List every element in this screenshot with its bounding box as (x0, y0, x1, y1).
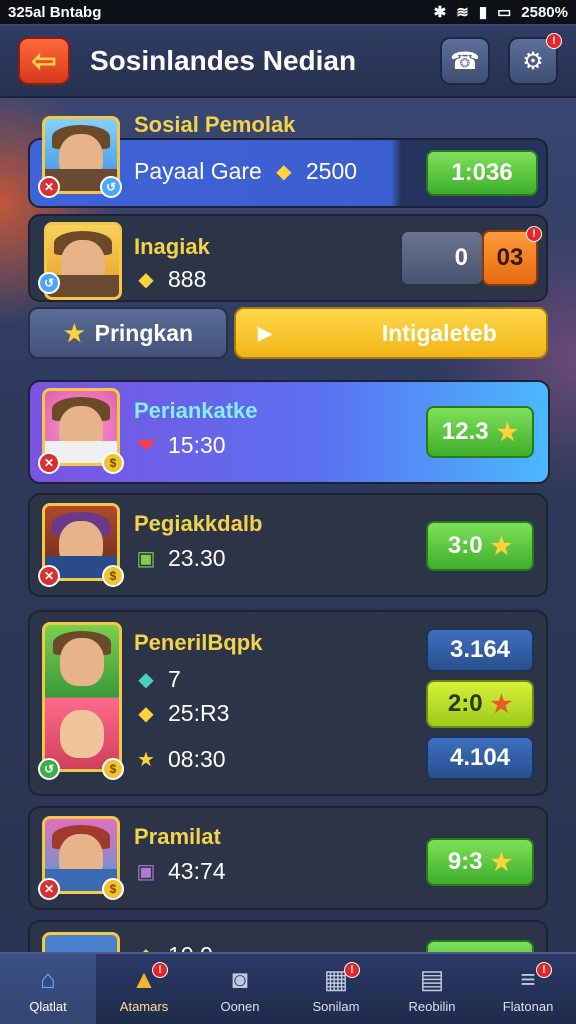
stat-value-1: 7 (168, 666, 181, 692)
score-button[interactable]: 1:036 (426, 150, 538, 196)
phone-button[interactable]: ☎ (440, 37, 490, 85)
stat-value: 23.30 (168, 545, 226, 571)
arrow-left-icon: ⇦ (31, 44, 57, 78)
card-title: Inagiak (134, 234, 210, 259)
wifi-icon: ≋ (456, 4, 469, 21)
gift-icon: ▣ (136, 548, 156, 570)
camera-icon: ◙ (232, 964, 248, 994)
gear-icon: ⚙ (522, 47, 544, 75)
star-icon: ★ (490, 532, 513, 560)
bottom-nav: ⌂ Qlatlat ▲ Atamars ! ◙ Oonen ▦ Sonilam … (0, 952, 576, 1024)
score-button[interactable]: 4.104 (426, 736, 534, 780)
nav-camera[interactable]: ◙ Oonen (192, 954, 288, 1024)
card-title: Periankatke (134, 398, 258, 423)
star-icon: ★ (496, 418, 519, 446)
card-title: Pegiakkdalb (134, 511, 263, 536)
red-badge-icon: ✕ (38, 176, 60, 198)
star-icon: ★ (137, 749, 155, 771)
stat-value-3: 08:30 (168, 746, 226, 772)
stat-label: Payaal Gare (134, 158, 262, 184)
list-item[interactable]: ✕ $ Pramilat ▣ 43:74 9:3 ★ (28, 806, 548, 910)
stat-value: 43:74 (168, 858, 226, 884)
score-right[interactable]: 03 ! (482, 226, 542, 286)
nav-items[interactable]: ▲ Atamars ! (96, 954, 192, 1024)
list-item[interactable]: ↺ Inagiak ◆ 888 0 03 ! (28, 214, 548, 302)
gem-icon: ◆ (138, 703, 154, 725)
nav-badge: ! (536, 962, 552, 978)
status-bar: 325al Bntabg ✱ ≋ ▮ ▭ 2580% (0, 0, 576, 24)
red-badge-icon: ✕ (38, 565, 60, 587)
settings-button[interactable]: ⚙ ! (508, 33, 562, 85)
red-badge-icon: ✕ (38, 452, 60, 474)
gem-icon: ◆ (138, 269, 154, 291)
blue-badge-icon: ↺ (100, 176, 122, 198)
nav-badge: ! (344, 962, 360, 978)
menu-icon: ≡ (520, 964, 536, 994)
bluetooth-icon: ✱ (433, 4, 447, 21)
avatar (42, 622, 122, 772)
blue-badge-icon: ↺ (38, 272, 60, 294)
back-button[interactable]: ⇦ (18, 37, 70, 85)
stat-value: 888 (168, 266, 207, 292)
list-item[interactable]: ✕ ↺ Sosial Pemolak Payaal Gare ◆ 2500 1:… (28, 112, 548, 208)
stat-value: 15:30 (168, 432, 226, 458)
nav-cards[interactable]: ▦ Sonilam ! (288, 954, 384, 1024)
nav-menu[interactable]: ≡ Flatonan ! (480, 954, 576, 1024)
coin-icon: $ (102, 565, 124, 587)
coin-icon: $ (102, 452, 124, 474)
settings-badge: ! (546, 33, 562, 49)
score-button[interactable]: 12.3 ★ (426, 406, 534, 458)
score-badge: ! (526, 226, 542, 242)
page-title: Sosinlandes Nedian (90, 45, 357, 76)
home-icon: ⌂ (40, 964, 56, 994)
stat-value: 2500 (305, 158, 358, 184)
green-badge-icon: ↺ (38, 758, 60, 780)
list-item[interactable]: ✕ $ Pegiakkdalb ▣ 23.30 3:0 ★ (28, 493, 548, 597)
stat-value-2: 25:R3 (168, 700, 230, 726)
nav-notes[interactable]: ▤ Reobilin (384, 954, 480, 1024)
battery-level: 2580% (521, 3, 568, 21)
card-title: PenerilBqpk (134, 630, 263, 655)
score-button[interactable]: 9:3 ★ (426, 838, 534, 886)
tab-left[interactable]: ★ Pringkan (28, 307, 228, 359)
tab-right[interactable]: ▶ Intigaleteb (234, 307, 548, 359)
status-left: 325al Bntabg (8, 3, 102, 21)
header: ⇦ Sosinlandes Nedian ☎ ⚙ ! (0, 26, 576, 98)
card-title: Sosial Pemolak (134, 112, 296, 137)
gem-icon: ◆ (276, 161, 292, 183)
coin-icon: $ (102, 878, 124, 900)
heart-icon: ❤ (137, 435, 155, 457)
list-item[interactable]: ↺ $ PenerilBqpk ◆ 7 ◆ 25:R3 ★ 08:30 3.16… (28, 610, 548, 796)
score-button[interactable]: 3:0 ★ (426, 521, 534, 571)
red-badge-icon: ✕ (38, 878, 60, 900)
coin-icon: $ (102, 758, 124, 780)
tab-bar: ★ Pringkan ▶ Intigaleteb (28, 307, 548, 359)
play-icon: ▶ (258, 322, 272, 343)
signal-icon: ▮ (478, 4, 488, 21)
star-icon: ★ (490, 848, 513, 876)
score-button[interactable]: 2:0 ★ (426, 680, 534, 728)
box-icon: ▣ (136, 861, 156, 883)
notes-icon: ▤ (419, 964, 445, 994)
nav-home[interactable]: ⌂ Qlatlat (0, 954, 96, 1024)
phone-icon: ☎ (450, 47, 480, 75)
list-item[interactable]: ✕ $ Periankatke ❤ 15:30 12.3 ★ (28, 380, 550, 484)
nav-badge: ! (152, 962, 168, 978)
star-icon: ★ (490, 690, 513, 718)
crystal-icon: ◆ (138, 669, 154, 691)
score-left: 0 (400, 230, 484, 286)
battery-icon: ▭ (497, 4, 512, 21)
card-title: Pramilat (134, 824, 221, 849)
score-button[interactable]: 3.164 (426, 628, 534, 672)
star-icon: ★ (64, 319, 85, 346)
